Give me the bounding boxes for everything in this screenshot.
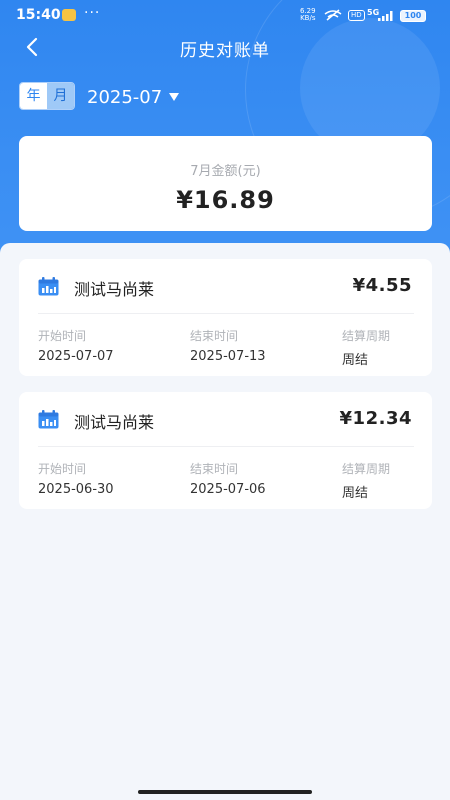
field-label: 结算周期 xyxy=(342,329,391,343)
navigation-bar: 历史对账单 xyxy=(0,30,450,64)
status-bar: 15:40 ··· 6.29 KB/s HD 5G 100 xyxy=(0,0,450,30)
record-name: 测试马尚莱 xyxy=(74,280,155,299)
record-name: 测试马尚莱 xyxy=(74,413,155,432)
field-label: 结束时间 xyxy=(190,462,239,476)
network-speed-unit: KB/s xyxy=(300,14,316,22)
caret-down-icon xyxy=(169,93,180,101)
month-picker[interactable]: 2025-07 xyxy=(87,84,180,110)
settlement-cycle-field: 结算周期 周结 xyxy=(342,460,390,501)
settlement-cycle-field: 结算周期 周结 xyxy=(342,327,390,368)
end-date-field: 结束时间 2025-07-06 xyxy=(190,460,266,497)
field-label: 结算周期 xyxy=(342,462,391,476)
field-value: 2025-07-06 xyxy=(190,482,266,497)
record-amount: ¥12.34 xyxy=(339,408,412,429)
signal-icon xyxy=(378,11,393,21)
status-time: 15:40 xyxy=(16,7,61,23)
field-value: 周结 xyxy=(342,486,369,501)
record-card[interactable]: 测试马尚莱 ¥12.34 开始时间 2025-06-30 结束时间 2025-0… xyxy=(19,392,432,509)
field-value: 2025-07-07 xyxy=(38,349,114,364)
end-date-field: 结束时间 2025-07-13 xyxy=(190,327,266,364)
records-list: 测试马尚莱 ¥4.55 开始时间 2025-07-07 结束时间 2025-07… xyxy=(0,243,450,800)
notification-app-icon xyxy=(62,9,76,21)
battery-icon: 100 xyxy=(400,10,426,22)
record-card[interactable]: 测试马尚莱 ¥4.55 开始时间 2025-07-07 结束时间 2025-07… xyxy=(19,259,432,376)
selected-period: 2025-07 xyxy=(87,86,163,108)
start-date-field: 开始时间 2025-06-30 xyxy=(38,460,114,497)
period-toggle: 年 月 xyxy=(19,82,75,110)
month-tab[interactable]: 月 xyxy=(47,83,74,109)
wifi-off-icon xyxy=(324,9,342,21)
field-value: 2025-07-13 xyxy=(190,349,266,364)
field-label: 开始时间 xyxy=(38,462,87,476)
hd-badge: HD xyxy=(348,10,365,21)
field-label: 结束时间 xyxy=(190,329,239,343)
field-value: 周结 xyxy=(342,353,369,368)
start-date-field: 开始时间 2025-07-07 xyxy=(38,327,114,364)
calendar-icon xyxy=(38,410,59,429)
year-tab[interactable]: 年 xyxy=(20,83,47,109)
field-value: 2025-06-30 xyxy=(38,482,114,497)
summary-label: 7月金额(元) xyxy=(190,164,261,179)
field-label: 开始时间 xyxy=(38,329,87,343)
record-amount: ¥4.55 xyxy=(352,275,412,296)
divider xyxy=(38,313,414,314)
page-title: 历史对账单 xyxy=(180,41,270,61)
summary-amount: ¥16.89 xyxy=(176,186,275,214)
divider xyxy=(38,446,414,447)
home-indicator[interactable] xyxy=(138,790,312,794)
network-speed: 6.29 KB/s xyxy=(300,8,316,22)
calendar-icon xyxy=(38,277,59,296)
summary-card: 7月金额(元) ¥16.89 xyxy=(19,136,432,231)
more-notifications-icon: ··· xyxy=(84,5,101,21)
